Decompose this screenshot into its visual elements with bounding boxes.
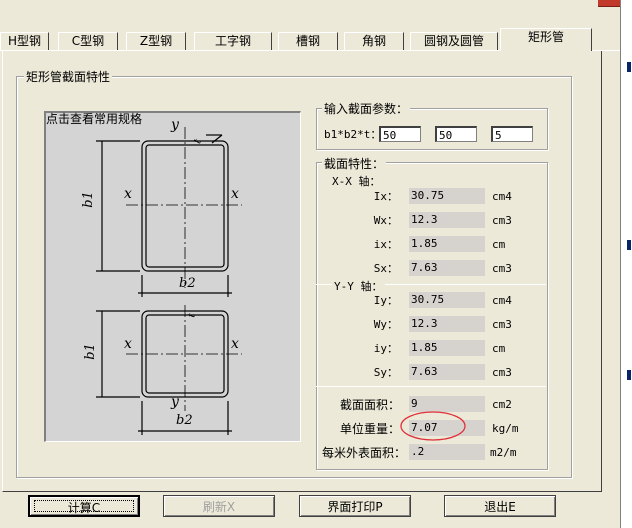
t-input[interactable]: 5 (491, 126, 533, 142)
weight-unit: kg/m (492, 422, 519, 435)
tab-h-steel[interactable]: H型钢 (0, 32, 49, 50)
section-group-title: 矩形管截面特性 (24, 68, 113, 85)
wy-label: Wy： (373, 318, 398, 331)
area-unit: cm2 (492, 398, 512, 411)
b2-input[interactable]: 50 (435, 126, 477, 142)
tab-channel[interactable]: 槽钢 (278, 32, 338, 50)
tab-i-beam[interactable]: 工字钢 (194, 32, 272, 50)
sx-value: 7.63 (409, 260, 485, 276)
weight-label: 单位重量： (339, 422, 400, 436)
window-top-strip (0, 0, 632, 18)
section-drawing[interactable] (44, 111, 301, 442)
background-window-edge (620, 0, 632, 528)
iy-radius-value: 1.85 (409, 340, 485, 356)
ix-radius-value: 1.85 (409, 236, 485, 252)
wx-value: 12.3 (409, 212, 485, 228)
axis-y-lower-label: y (171, 394, 179, 410)
input-group-title: 输入截面参数： (322, 100, 411, 117)
exit-button[interactable]: 退出E (444, 495, 556, 517)
surface-unit: m2/m (490, 446, 517, 459)
calc-button[interactable]: 计算C (28, 495, 140, 517)
iy-moment-unit: cm4 (492, 294, 512, 307)
iy-radius-unit: cm (492, 342, 506, 355)
properties-group-title: 截面特性： (322, 155, 387, 172)
iy-moment-value: 30.75 (409, 292, 485, 308)
dim-b2-bottom-label: b2 (176, 413, 193, 428)
axis-y-label: y (171, 117, 179, 133)
sy-value: 7.63 (409, 364, 485, 380)
exit-button-label: 退出E (484, 500, 516, 514)
wy-unit: cm3 (492, 318, 512, 331)
print-button[interactable]: 界面打印P (299, 495, 411, 517)
edge-marker (627, 240, 631, 250)
ix-moment-value: 30.75 (409, 188, 485, 204)
sx-label: Sx： (373, 262, 398, 275)
wx-unit: cm3 (492, 214, 512, 227)
axis-x-left-label: x (124, 186, 132, 202)
focus-rect (34, 500, 134, 512)
axis-x-right-label: x (231, 186, 239, 202)
surface-value: .2 (409, 444, 485, 460)
refresh-button-label: 刷新X (202, 500, 236, 514)
wx-label: Wx： (373, 214, 398, 227)
tab-c-steel[interactable]: C型钢 (58, 32, 118, 50)
input-label: b1*b2*t： (324, 128, 382, 141)
tab-bar: H型钢 C型钢 Z型钢 工字钢 槽钢 角钢 圆钢及圆管 矩形管 (0, 28, 620, 51)
ix-moment-unit: cm4 (492, 190, 512, 203)
sy-unit: cm3 (492, 366, 512, 379)
dim-b1-top-label: b1 (80, 191, 96, 208)
wy-value: 12.3 (409, 316, 485, 332)
area-label: 截面面积： (339, 398, 400, 412)
ix-moment-label: Ix： (373, 190, 398, 203)
tab-rect-tube[interactable]: 矩形管 (500, 28, 592, 51)
xx-axis-title: X-X 轴： (332, 175, 381, 188)
sx-unit: cm3 (492, 262, 512, 275)
dim-b1-bottom-label: b1 (82, 343, 98, 360)
print-button-label: 界面打印P (327, 500, 383, 514)
axis-x-right-label-lower: x (231, 336, 239, 352)
surface-label: 每米外表面积： (322, 446, 407, 460)
sy-label: Sy： (373, 366, 398, 379)
tab-angle[interactable]: 角钢 (344, 32, 404, 50)
edge-marker (627, 62, 631, 72)
axis-x-left-label-lower: x (124, 336, 132, 352)
iy-moment-label: Iy： (373, 294, 398, 307)
rect-tube-diagram (96, 127, 242, 435)
tab-z-steel[interactable]: Z型钢 (126, 32, 186, 50)
drawing-hint-label[interactable]: 点击查看常用规格 (46, 110, 142, 127)
b1-input[interactable]: 50 (379, 126, 421, 142)
ix-radius-unit: cm (492, 238, 506, 251)
dim-b2-top-label: b2 (179, 276, 196, 291)
edge-marker (627, 370, 631, 380)
iy-radius-label: iy： (373, 342, 398, 355)
tab-round[interactable]: 圆钢及圆管 (410, 32, 498, 50)
refresh-button[interactable]: 刷新X (163, 495, 275, 517)
ix-radius-label: ix： (373, 238, 398, 251)
highlight-ellipse (400, 411, 466, 441)
totals-divider (316, 386, 546, 387)
